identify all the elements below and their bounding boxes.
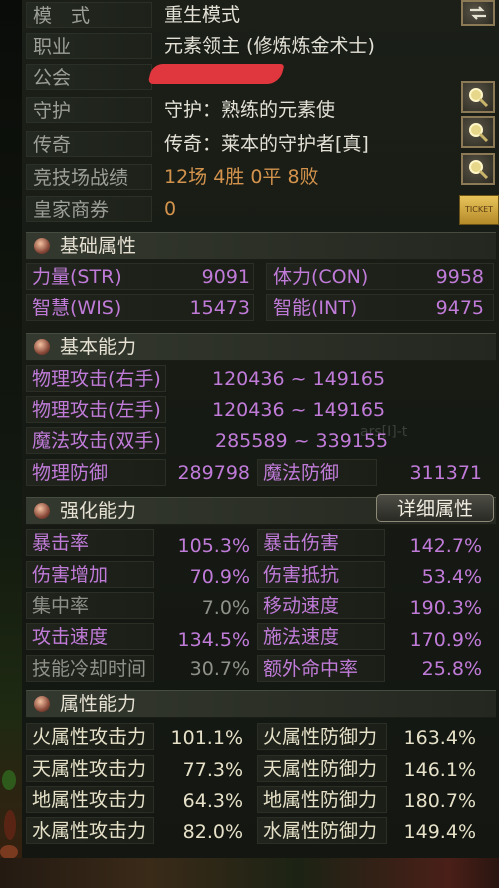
detail-attributes-button[interactable]: 详细属性: [376, 494, 494, 522]
element-stat-value: 163.4%: [403, 727, 476, 749]
element-stat-name: 地属性攻击力: [32, 789, 147, 811]
enhance-stat-name: 暴击率: [32, 532, 90, 554]
basic-attributes-title: 基础属性: [60, 235, 137, 257]
defense-value: 311371: [409, 462, 482, 484]
royal-ticket-label: 皇家商券: [26, 196, 152, 222]
guild-name-redaction: [147, 64, 285, 84]
element-stat-value: 82.0%: [182, 821, 243, 843]
magnifier-icon: [469, 88, 489, 108]
legend-label: 传奇: [26, 131, 152, 157]
orb-icon: [34, 238, 50, 254]
basic-abilities-title: 基本能力: [60, 336, 137, 358]
info-row-royal-ticket: 皇家商券 0: [26, 194, 456, 224]
element-stat-value: 64.3%: [182, 790, 243, 812]
stat-value: 9958: [435, 266, 484, 288]
enhance-stat-name: 伤害抵抗: [263, 564, 340, 586]
enhance-stat-value: 30.7%: [189, 658, 250, 680]
enhance-stat-value: 105.3%: [177, 535, 250, 557]
enhance-stat-name: 移动速度: [263, 595, 340, 617]
info-row-legend: 传奇 传奇：莱本的守护者[真]: [26, 129, 456, 159]
stat-name: 体力(CON): [273, 266, 369, 288]
enhance-stat-value: 134.5%: [177, 629, 250, 651]
defense-name: 魔法防御: [263, 462, 340, 484]
attack-name: 魔法攻击(双手): [32, 430, 161, 452]
info-row-guardian: 守护 守护：熟练的元素使: [26, 95, 456, 125]
element-stat-name: 火属性攻击力: [32, 726, 147, 748]
info-row-class: 职业 元素领主 (修炼炼金术士): [26, 31, 456, 61]
element-stat-name: 火属性防御力: [263, 726, 378, 748]
enhance-stat-name: 伤害增加: [32, 564, 109, 586]
element-stat-name: 天属性防御力: [263, 758, 378, 780]
arena-value: 12场 4胜 0平 8败: [164, 166, 319, 188]
enhance-stat-value: 190.3%: [409, 597, 482, 619]
enhance-stat-name: 施法速度: [263, 626, 340, 648]
element-stat-name: 天属性攻击力: [32, 758, 147, 780]
info-row-mode: 模 式 重生模式: [26, 0, 456, 30]
element-stat-value: 146.1%: [403, 759, 476, 781]
element-stat-name: 地属性防御力: [263, 789, 378, 811]
arena-label: 竞技场战绩: [26, 164, 152, 190]
enhance-stat-name: 集中率: [32, 595, 90, 617]
legend-inspect-button[interactable]: [461, 116, 495, 148]
attack-name: 物理攻击(左手): [32, 399, 161, 421]
element-title: 属性能力: [60, 693, 137, 715]
royal-ticket-value: 0: [164, 198, 177, 220]
orb-icon: [34, 696, 50, 712]
stat-value: 9475: [435, 297, 484, 319]
enhance-stat-name: 攻击速度: [32, 626, 109, 648]
orb-icon: [34, 339, 50, 355]
info-row-arena: 竞技场战绩 12场 4胜 0平 8败: [26, 162, 456, 192]
mode-toggle-button[interactable]: [461, 0, 495, 26]
element-stat-value: 101.1%: [170, 727, 243, 749]
enhance-stat-name: 暴击伤害: [263, 532, 340, 554]
enhance-stat-value: 25.8%: [421, 658, 482, 680]
enhance-stat-name: 技能冷却时间: [32, 658, 147, 680]
stat-name: 智能(INT): [273, 297, 358, 319]
orb-icon: [34, 503, 50, 519]
enhance-title: 强化能力: [60, 500, 137, 522]
stat-value: 9091: [201, 266, 250, 288]
guild-label: 公会: [26, 64, 152, 90]
swap-arrows-icon: [470, 6, 486, 20]
stat-name: 智慧(WIS): [32, 297, 122, 319]
attack-value: 120436 ~ 149165: [212, 399, 386, 421]
arena-inspect-button[interactable]: [461, 153, 495, 185]
left-background-art: [0, 0, 22, 888]
attack-value: 120436 ~ 149165: [212, 368, 386, 390]
guardian-value: 守护：熟练的元素使: [164, 99, 336, 121]
defense-name: 物理防御: [32, 462, 109, 484]
royal-ticket-icon[interactable]: TICKET: [459, 195, 499, 225]
attack-value: 285589 ~ 339155: [215, 430, 389, 452]
class-value: 元素领主 (修炼炼金术士): [164, 35, 375, 57]
magnifier-icon: [469, 160, 489, 180]
stat-value: 15473: [189, 297, 250, 319]
basic-abilities-header: 基本能力: [26, 333, 496, 361]
element-stat-value: 77.3%: [182, 759, 243, 781]
element-stat-name: 水属性攻击力: [32, 820, 147, 842]
bottom-background-art: [0, 858, 499, 888]
magnifier-icon: [469, 123, 489, 143]
enhance-stat-value: 7.0%: [201, 597, 250, 619]
mode-label: 模 式: [26, 2, 152, 28]
attack-name: 物理攻击(右手): [32, 368, 161, 390]
enhance-stat-value: 53.4%: [421, 566, 482, 588]
class-label: 职业: [26, 33, 152, 59]
legend-value: 传奇：莱本的守护者[真]: [164, 133, 369, 155]
guardian-inspect-button[interactable]: [461, 81, 495, 113]
enhance-stat-name: 额外命中率: [263, 658, 359, 680]
mode-value: 重生模式: [164, 4, 241, 26]
enhance-stat-value: 70.9%: [189, 566, 250, 588]
element-stat-value: 180.7%: [403, 790, 476, 812]
stat-name: 力量(STR): [32, 266, 122, 288]
guardian-label: 守护: [26, 97, 152, 123]
enhance-stat-value: 142.7%: [409, 535, 482, 557]
element-stat-value: 149.4%: [403, 821, 476, 843]
basic-attributes-header: 基础属性: [26, 232, 496, 260]
defense-value: 289798: [177, 462, 250, 484]
enhance-stat-value: 170.9%: [409, 629, 482, 651]
element-header: 属性能力: [26, 690, 496, 718]
element-stat-name: 水属性防御力: [263, 820, 378, 842]
